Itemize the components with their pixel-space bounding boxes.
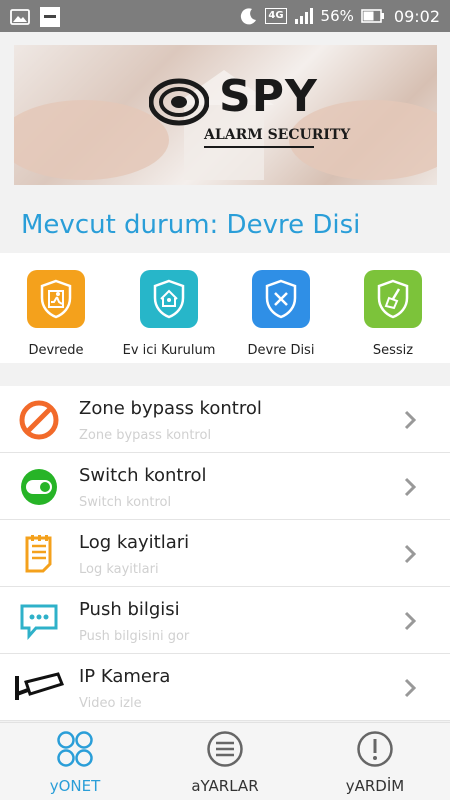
prohibited-icon: [18, 399, 60, 441]
tab-ayarlar[interactable]: aYARLAR: [170, 729, 280, 795]
chevron-right-icon: [404, 678, 416, 698]
menu-item-subtitle: Switch kontrol: [79, 495, 172, 510]
chevron-right-icon: [404, 477, 416, 497]
menu-item-title: Switch kontrol: [79, 465, 207, 486]
logo-subtitle: ALARM SECURITY: [204, 127, 351, 143]
current-status-title: Mevcut durum: Devre Disi: [21, 210, 361, 240]
image-notification-icon: [10, 9, 30, 25]
menu-lines-icon: [170, 729, 280, 769]
mode-label: Ev ici Kurulum: [122, 343, 216, 358]
menu-item-title: Log kayitlari: [79, 532, 190, 553]
chat-bubble-icon: [18, 600, 60, 642]
menu-item-title: Push bilgisi: [79, 599, 180, 620]
mode-sessiz-button[interactable]: Sessiz: [338, 270, 448, 358]
mode-devrede-button[interactable]: Devrede: [1, 270, 111, 358]
network-type: 4G: [265, 8, 287, 24]
bottom-navigation: yONET aYARLAR yARDİM: [0, 722, 450, 800]
menu-item-subtitle: Push bilgisini gor: [79, 629, 190, 644]
menu-item-switch-kontrol[interactable]: Switch kontrol Switch kontrol: [0, 453, 450, 520]
tab-yonet[interactable]: yONET: [20, 729, 130, 795]
battery-icon: [361, 9, 384, 23]
menu-item-zone-bypass[interactable]: Zone bypass kontrol Zone bypass kontrol: [0, 386, 450, 453]
tab-label: yONET: [49, 777, 101, 795]
brand-banner: SPY ALARM SECURITY: [14, 45, 437, 185]
mode-label: Devrede: [28, 343, 84, 358]
menu-item-push-bilgisi[interactable]: Push bilgisi Push bilgisini gor: [0, 587, 450, 654]
status-bar-notifications: [10, 7, 60, 27]
chevron-right-icon: [404, 611, 416, 631]
menu-item-title: IP Kamera: [79, 666, 171, 687]
status-bar: 4G 56% 09:02: [0, 0, 450, 32]
shield-person-icon: [27, 270, 85, 328]
menu-item-log-kayitlari[interactable]: Log kayitlari Log kayitlari: [0, 520, 450, 587]
tab-yardim[interactable]: yARDİM: [320, 729, 430, 795]
mode-label: Devre Disi: [247, 343, 315, 358]
mode-label: Sessiz: [372, 343, 414, 358]
log-document-icon: [18, 533, 60, 575]
moon-icon: [241, 8, 257, 25]
shield-broom-icon: [364, 270, 422, 328]
spy-logo-swirl-icon: [149, 78, 209, 126]
menu-item-subtitle: Video izle: [79, 696, 142, 711]
menu-item-subtitle: Zone bypass kontrol: [79, 428, 212, 443]
tab-label: yARDİM: [345, 777, 405, 795]
tab-label: aYARLAR: [191, 777, 259, 795]
menu-item-subtitle: Log kayitlari: [79, 562, 159, 577]
battery-percent: 56%: [320, 7, 354, 25]
mode-ev-ici-kurulum-button[interactable]: Ev ici Kurulum: [114, 270, 224, 358]
shield-x-icon: [252, 270, 310, 328]
shield-home-icon: [140, 270, 198, 328]
app-notification-icon: [40, 7, 60, 27]
arm-mode-panel: Devrede Ev ici Kurulum Devre Disi Sessiz: [0, 253, 450, 363]
status-bar-system: 4G 56% 09:02: [240, 0, 440, 32]
info-exclamation-icon: [320, 729, 430, 769]
menu-item-ip-kamera[interactable]: IP Kamera Video izle: [0, 654, 450, 721]
mode-devre-disi-button[interactable]: Devre Disi: [226, 270, 336, 358]
chevron-right-icon: [404, 410, 416, 430]
logo-underline: [204, 146, 314, 148]
security-camera-icon: [14, 667, 64, 709]
toggle-switch-icon: [18, 466, 60, 508]
feature-menu-list: Zone bypass kontrol Zone bypass kontrol …: [0, 386, 450, 721]
menu-item-title: Zone bypass kontrol: [79, 398, 262, 419]
signal-icon: [294, 8, 313, 24]
clock: 09:02: [393, 6, 440, 26]
logo-title: SPY: [219, 71, 318, 122]
chevron-right-icon: [404, 544, 416, 564]
four-circles-icon: [20, 729, 130, 769]
